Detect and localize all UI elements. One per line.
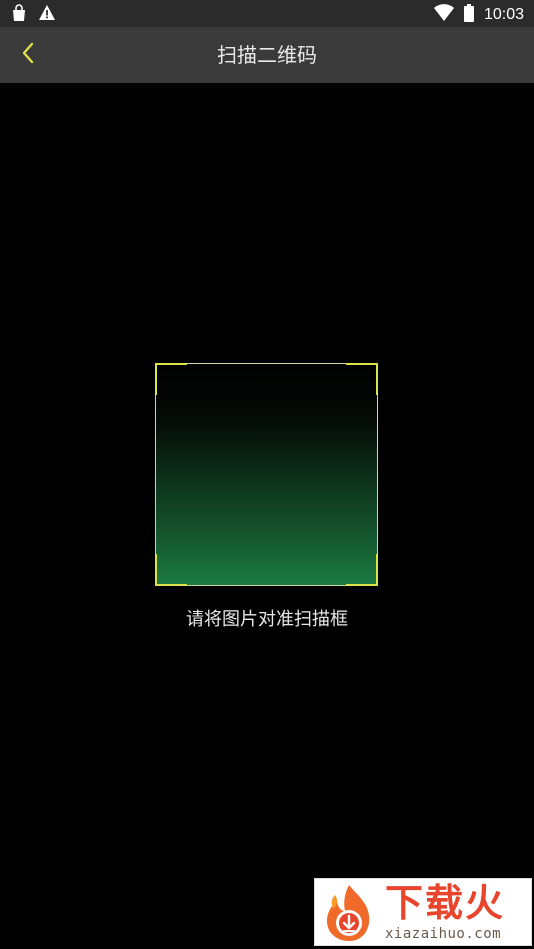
wifi-icon <box>433 4 454 26</box>
app-bar: 扫描二维码 <box>0 27 534 83</box>
shopping-bag-icon <box>10 4 28 26</box>
watermark: 下载火 xiazaihuo.com <box>314 878 532 946</box>
status-right-icons: 10:03 <box>433 4 524 26</box>
scan-hint: 请将图片对准扫描框 <box>186 609 348 630</box>
scan-frame <box>155 363 378 586</box>
battery-icon <box>463 4 474 26</box>
scan-corner-top-right <box>346 363 378 395</box>
status-left-icons <box>10 4 56 26</box>
scan-corner-bottom-left <box>155 554 187 586</box>
scan-corner-bottom-right <box>346 554 378 586</box>
scan-corner-top-left <box>155 363 187 395</box>
flame-logo-icon <box>319 883 379 943</box>
status-bar: 10:03 <box>0 0 534 27</box>
watermark-subtitle: xiazaihuo.com <box>385 926 502 942</box>
warning-icon <box>38 4 56 26</box>
watermark-title: 下载火 <box>385 881 506 925</box>
page-title: 扫描二维码 <box>217 43 317 67</box>
status-time: 10:03 <box>483 6 524 23</box>
